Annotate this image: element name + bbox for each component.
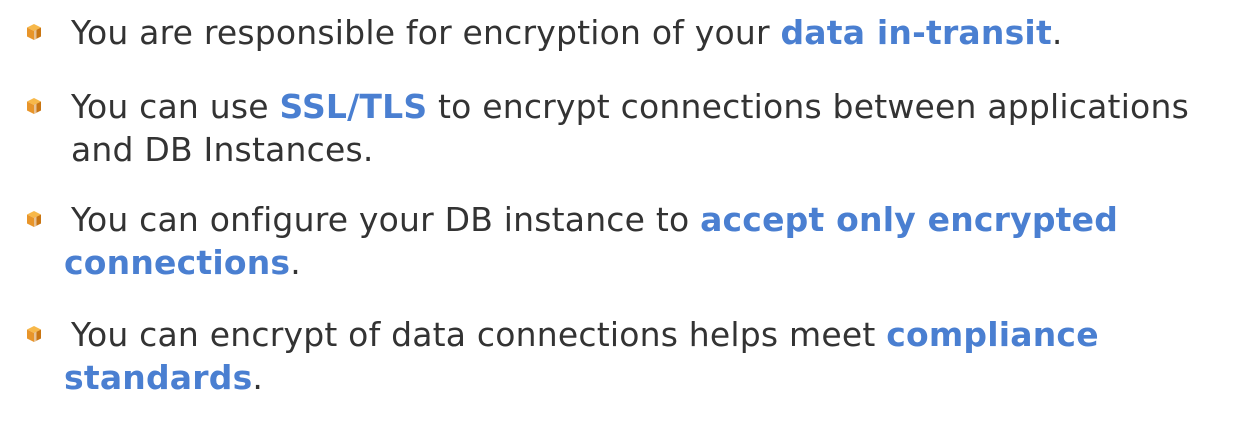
bullet-plain-text: You can encrypt of data connections help… — [71, 315, 887, 354]
bullet-list: You are responsible for encryption of yo… — [0, 0, 1252, 430]
orange-cube-icon — [27, 326, 41, 342]
bullet-text-continuation: standards. — [64, 356, 263, 399]
bullet-text-continuation: connections. — [64, 241, 301, 284]
bullet-highlight: connections — [64, 243, 291, 282]
bullet-plain-text: You are responsible for encryption of yo… — [71, 13, 781, 52]
bullet-plain-text: You can onfigure your DB instance to — [71, 200, 701, 239]
bullet-highlight: accept only encrypted — [700, 200, 1119, 239]
bullet-text: You are responsible for encryption of yo… — [71, 11, 1063, 54]
bullet-text: You can encrypt of data connections help… — [71, 313, 1099, 356]
bullet-plain-text: and DB Instances. — [71, 130, 374, 169]
orange-cube-icon — [27, 98, 41, 114]
bullet-highlight: SSL/TLS — [279, 87, 428, 126]
bullet-plain-text: to encrypt connections between applicati… — [427, 87, 1189, 126]
bullet-plain-text: . — [1051, 13, 1063, 52]
bullet-plain-text: . — [290, 243, 301, 282]
orange-cube-icon — [27, 24, 41, 40]
bullet-highlight: standards — [64, 358, 253, 397]
bullet-highlight: compliance — [886, 315, 1099, 354]
bullet-text: You can onfigure your DB instance to acc… — [71, 198, 1118, 241]
bullet-text-continuation: and DB Instances. — [71, 128, 374, 171]
bullet-plain-text: . — [252, 358, 264, 397]
bullet-highlight: data in-transit — [780, 13, 1052, 52]
bullet-plain-text: You can use — [71, 87, 280, 126]
orange-cube-icon — [27, 211, 41, 227]
bullet-text: You can use SSL/TLS to encrypt connectio… — [71, 85, 1189, 128]
